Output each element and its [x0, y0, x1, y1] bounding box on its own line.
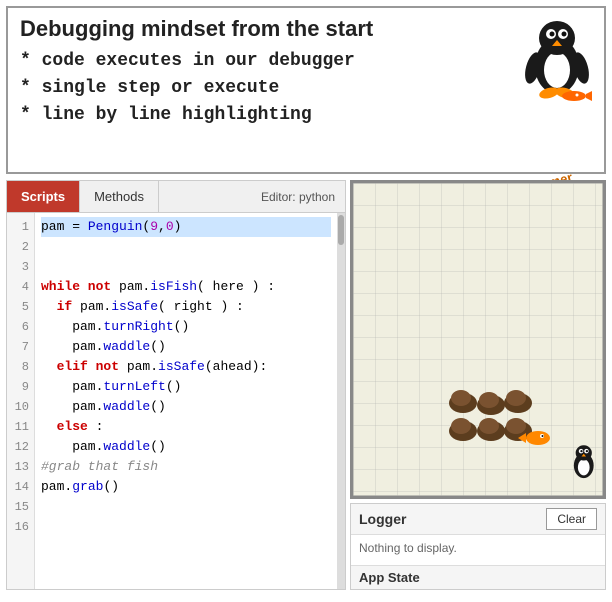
code-line-16 [41, 517, 331, 537]
code-line-12: pam.waddle() [41, 437, 331, 457]
main-content: Scripts Methods Editor: python 1 2 3 4 5… [6, 180, 606, 590]
code-line-6: pam.turnRight() [41, 317, 331, 337]
penguin-icon [522, 16, 592, 96]
code-line-9: pam.turnLeft() [41, 377, 331, 397]
right-panel: Logger Clear Nothing to display. App Sta… [350, 180, 606, 590]
line-numbers: 1 2 3 4 5 6 7 8 9 10 11 12 13 14 15 16 [7, 213, 35, 589]
code-line-8: elif not pam.isSafe(ahead): [41, 357, 331, 377]
scroll-thumb[interactable] [338, 215, 344, 245]
scrollbar[interactable] [337, 213, 345, 589]
code-line-7: pam.waddle() [41, 337, 331, 357]
grid-area [350, 180, 606, 499]
header-point-1: code executes in our debugger [20, 48, 592, 75]
code-line-14: pam.grab() [41, 477, 331, 497]
code-line-10: pam.waddle() [41, 397, 331, 417]
code-line-1: pam = Penguin(9,0) [41, 217, 331, 237]
code-content[interactable]: pam = Penguin(9,0) while not pam.isFish(… [35, 213, 337, 589]
code-line-4: while not pam.isFish( here ) : [41, 277, 331, 297]
code-line-5: if pam.isSafe( right ) : [41, 297, 331, 317]
game-grid [353, 183, 603, 496]
tab-methods[interactable]: Methods [80, 181, 159, 212]
tab-scripts[interactable]: Scripts [7, 181, 80, 212]
code-line-13: #grab that fish [41, 457, 331, 477]
code-area[interactable]: 1 2 3 4 5 6 7 8 9 10 11 12 13 14 15 16 p… [7, 213, 345, 589]
header-points: code executes in our debugger single ste… [20, 48, 592, 129]
logger-panel: Logger Clear Nothing to display. App Sta… [350, 503, 606, 590]
editor-panel: Scripts Methods Editor: python 1 2 3 4 5… [6, 180, 346, 590]
header-point-3: line by line highlighting [20, 102, 592, 129]
code-line-2 [41, 237, 331, 257]
app-state-header: App State [351, 565, 605, 589]
header-point-2: single step or execute [20, 75, 592, 102]
logger-content: Nothing to display. [351, 535, 605, 565]
code-line-15 [41, 497, 331, 517]
code-line-3 [41, 257, 331, 277]
grid-penguin [574, 445, 594, 478]
clear-button[interactable]: Clear [546, 508, 597, 530]
editor-label: Editor: python [261, 190, 345, 204]
logger-header: Logger Clear [351, 504, 605, 535]
code-line-11: else : [41, 417, 331, 437]
logger-title: Logger [359, 511, 406, 527]
tab-bar: Scripts Methods Editor: python [7, 181, 345, 213]
header-title: Debugging mindset from the start [20, 16, 592, 42]
header-banner: Debugging mindset from the start code ex… [6, 6, 606, 174]
